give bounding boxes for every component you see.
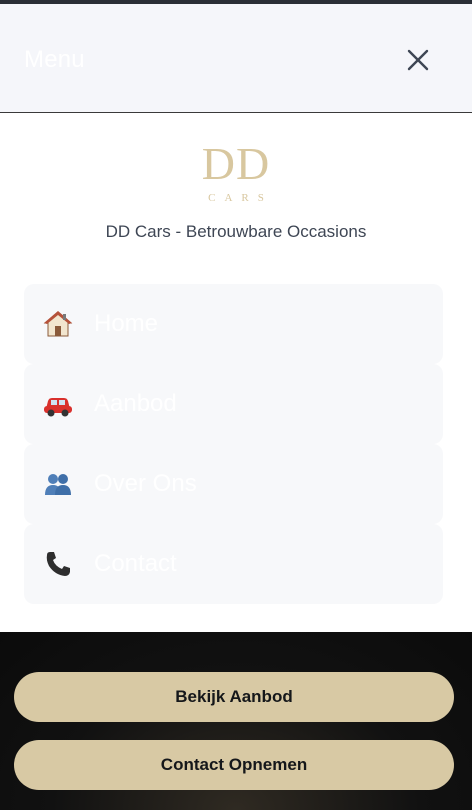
logo-mark: DD [201, 138, 271, 189]
action-footer: Bekijk Aanbod Contact Opnemen [0, 632, 472, 810]
menu-item-label: Contact [94, 550, 177, 577]
car-icon [42, 388, 74, 420]
contact-button[interactable]: Contact Opnemen [14, 740, 454, 790]
brand-logo[interactable]: DD CARS [0, 138, 472, 205]
house-icon [42, 308, 74, 340]
menu-item-label: Home [94, 310, 159, 337]
menu-header: Menu [0, 4, 472, 113]
close-icon [407, 49, 429, 71]
menu-item-contact[interactable]: Contact [24, 524, 443, 604]
menu-item-label: Aanbod [94, 390, 177, 417]
menu-item-aanbod[interactable]: Aanbod [24, 364, 443, 444]
brand-tagline: DD Cars - Betrouwbare Occasions [105, 222, 367, 241]
menu-item-label: Over Ons [94, 470, 197, 497]
view-inventory-button[interactable]: Bekijk Aanbod [14, 672, 454, 722]
close-button[interactable] [400, 42, 436, 78]
menu-title: Menu [24, 46, 85, 73]
people-icon [42, 468, 74, 500]
logo-subtitle: CARS [208, 192, 273, 204]
main-menu: Home Aanbod Over Ons Contact [24, 284, 443, 604]
menu-item-home[interactable]: Home [24, 284, 443, 364]
phone-icon [42, 548, 74, 580]
menu-item-over-ons[interactable]: Over Ons [24, 444, 443, 524]
